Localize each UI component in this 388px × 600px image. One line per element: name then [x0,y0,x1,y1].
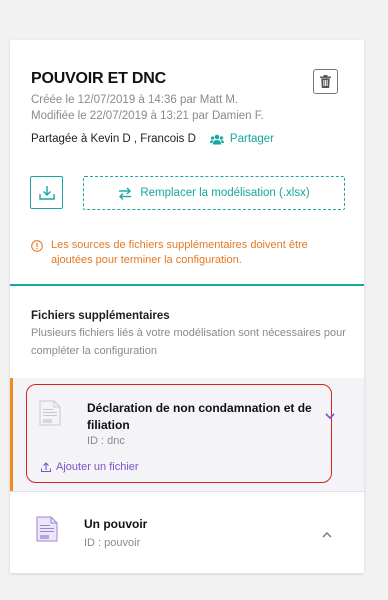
file-id: ID : pouvoir [84,537,141,549]
upload-icon [41,462,51,472]
shared-with-text: Partagée à Kevin D , Francois D [31,133,196,145]
model-card: POUVOIR ET DNC Créée le 12/07/2019 à 14:… [10,40,364,573]
file-name: Déclaration de non condamnation et de fi… [87,401,312,432]
share-button[interactable]: Partager [209,133,275,145]
file-item-dnc[interactable]: Déclaration de non condamnation et de fi… [10,378,364,491]
warning-text: Les sources de fichiers supplémentaires … [51,239,308,266]
extra-files-section: Fichiers supplémentaires Plusieurs fichi… [31,310,351,360]
model-header: POUVOIR ET DNC Créée le 12/07/2019 à 14:… [10,40,364,285]
warning-circle-icon [31,240,43,252]
extra-files-description: Plusieurs fichiers liés à votre modélisa… [31,327,346,357]
shared-info: Partagée à Kevin D , Francois D Partager [31,133,364,145]
document-icon [36,516,58,542]
model-actions: Remplacer la modélisation (.xlsx) [30,176,346,210]
users-icon [209,134,224,144]
share-label: Partager [229,133,275,145]
delete-button[interactable] [313,69,338,94]
add-file-link[interactable]: Ajouter un fichier [41,461,139,473]
chevron-up-icon[interactable] [322,532,332,538]
trash-icon [320,75,331,88]
created-info: Créée le 12/07/2019 à 14:36 par Matt M. [31,94,239,106]
replace-model-label: Remplacer la modélisation (.xlsx) [140,187,310,199]
extra-files-title: Fichiers supplémentaires [31,310,170,322]
file-item-pouvoir[interactable]: Un pouvoir ID : pouvoir [10,492,364,573]
download-icon [38,186,55,200]
file-id: ID : dnc [87,435,125,447]
download-button[interactable] [30,176,63,209]
swap-arrows-icon [119,187,132,200]
replace-model-button[interactable]: Remplacer la modélisation (.xlsx) [83,176,345,210]
config-warning: Les sources de fichiers supplémentaires … [31,238,341,268]
chevron-down-icon[interactable] [325,413,335,419]
section-divider [10,284,364,286]
document-icon [39,400,61,426]
modified-info: Modifiée le 22/07/2019 à 13:21 par Damie… [31,110,264,122]
file-name: Un pouvoir [84,517,148,531]
add-file-label: Ajouter un fichier [56,461,139,473]
